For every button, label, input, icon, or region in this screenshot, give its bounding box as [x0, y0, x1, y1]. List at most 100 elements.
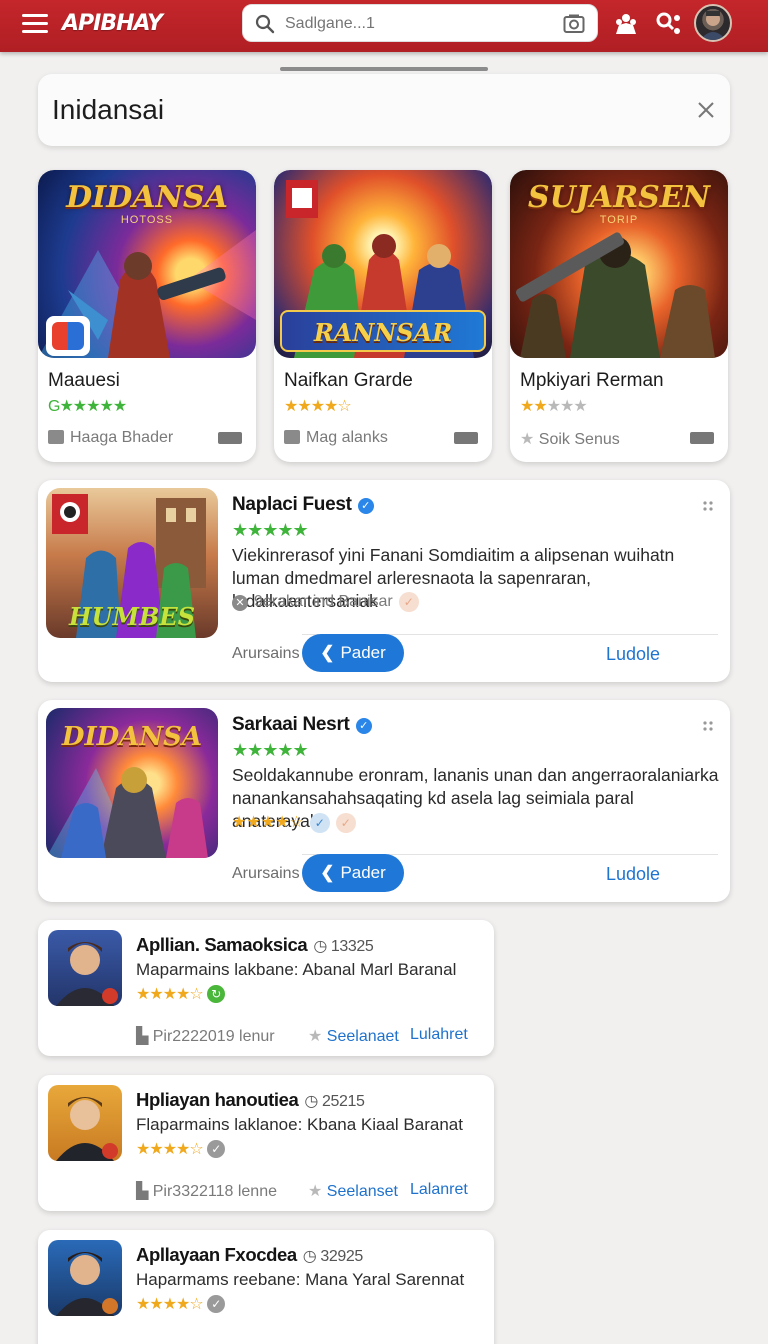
chevron-badge-icon: ✓ [335, 813, 356, 833]
lalanret-link[interactable]: Lalanret [410, 1181, 468, 1199]
art-banner: RANNSAR [280, 310, 486, 352]
star-icon: ★ [520, 431, 539, 448]
app-icon [48, 1085, 122, 1161]
app-rating: ★★★★★ [232, 520, 309, 540]
featured-app-card[interactable]: RANNSAR Naifkan Grarde ★★★★☆ Mag alanks [274, 170, 492, 462]
chevron-badge-icon: ✓ [398, 592, 419, 612]
collection-header: Inidansai [38, 74, 730, 146]
clock-icon: ◷ [304, 1093, 323, 1110]
verified-icon: ✓ [357, 498, 374, 514]
app-name: Mpkiyari Rerman [520, 370, 664, 391]
chevron-left-icon: ❮ [320, 863, 335, 882]
app-thumbnail: HUMBES [46, 488, 218, 638]
app-name: Hpliayan hanoutiea ◷ 25215 [136, 1089, 365, 1110]
game-badge-icon [46, 316, 90, 356]
app-name: Maauesi [48, 370, 120, 391]
lulahret-link[interactable]: Lulahret [410, 1026, 468, 1044]
developer-label: Mag alanks [284, 429, 388, 447]
app-logo[interactable]: APIBHAY [62, 11, 163, 36]
pader-button[interactable]: ❮ Pader [302, 854, 404, 892]
share-search-icon[interactable] [654, 10, 682, 38]
thumb-label: HUMBES [68, 602, 196, 631]
list-item[interactable]: Apllayaan Fxocdea ◷ 32925 Haparmams reeba… [38, 1230, 494, 1344]
list-footer: ▙ Pir2222019 lenur ★ Seelanaet Lulahret [136, 1026, 468, 1046]
community-icon[interactable] [612, 10, 640, 38]
app-rating: ★★★★☆ ✓ [136, 1139, 225, 1159]
verified-check-icon: ✓ [309, 813, 330, 833]
user-avatar[interactable] [694, 4, 732, 42]
clock-icon: ◷ [302, 1248, 321, 1265]
ludole-link[interactable]: Ludole [606, 644, 660, 665]
app-thumbnail: DIDANSA [46, 708, 218, 858]
ludole-link[interactable]: Ludole [606, 864, 660, 885]
category-label: Arursains [232, 645, 300, 662]
app-listing-card[interactable]: HUMBES Naplaci Fuest ✓ ★★★★★ Viekinreraso… [38, 480, 730, 682]
app-listing-card[interactable]: DIDANSA Sarkaai Nesrt ✓ ★★★★★ Seoldakannu… [38, 700, 730, 902]
page-title: Inidansai [52, 94, 165, 125]
user-icon: ▙ [136, 1183, 153, 1200]
download-count: ◷ 25215 [304, 1093, 365, 1110]
app-rating: ★★★★☆ [284, 398, 352, 415]
more-options-icon[interactable] [690, 432, 714, 444]
app-rating: ★★★★★ [232, 740, 309, 760]
pader-button[interactable]: ❮ Pader [302, 634, 404, 672]
art-title: DIDANSA [66, 180, 228, 215]
seelanaet-link[interactable]: ★ Seelanaet [308, 1026, 399, 1046]
app-artwork: SUJARSEN TORIP [510, 170, 728, 358]
check-circle-icon: ✓ [206, 1295, 225, 1313]
download-count: ◷ 13325 [313, 938, 374, 955]
developer-label: ★ Soik Senus [520, 431, 620, 448]
download-count: ◷ 32925 [302, 1248, 364, 1265]
more-options-icon[interactable] [218, 432, 242, 444]
app-artwork: RANNSAR [274, 170, 492, 358]
camera-icon[interactable] [563, 14, 585, 34]
art-subtitle: TORIP [599, 214, 639, 226]
check-circle-icon: ✓ [206, 1140, 225, 1158]
app-name: Apllian. Samaoksica ◷ 13325 [136, 934, 374, 955]
app-meta: ★★★★☆ ✓ ✓ [232, 812, 356, 833]
list-item[interactable]: Apllian. Samaoksica ◷ 13325 Maparmains la… [38, 920, 494, 1056]
developer-icon [48, 430, 64, 444]
app-meta: ✕ 9erakar ind Banisar ✓ [232, 592, 419, 612]
featured-app-card[interactable]: SUJARSEN TORIP Mpkiyari Rerman ★★★★★ ★ S… [510, 170, 728, 462]
app-icon [48, 930, 122, 1006]
top-app-bar: APIBHAY [0, 0, 768, 52]
app-rating: ★★★★☆ ↻ [136, 984, 225, 1004]
art-title: SUJARSEN [527, 180, 711, 215]
developer-label: Haaga Bhader [48, 429, 173, 447]
menu-icon[interactable] [22, 14, 48, 34]
drag-dots-icon[interactable] [702, 500, 714, 512]
app-description: Haparmams reebane: Mana Yaral Sarennat [136, 1270, 465, 1289]
app-name: Naplaci Fuest ✓ [232, 494, 374, 516]
app-artwork: DIDANSA HOTOSS [38, 170, 256, 358]
app-description: Flaparmains laklanoe: Kbana Kiaal Barana… [136, 1115, 463, 1134]
close-icon[interactable] [696, 100, 716, 120]
app-rating: ★★★★☆ ✓ [136, 1294, 225, 1314]
verified-icon: ✓ [355, 718, 372, 734]
thumb-label: DIDANSA [61, 722, 203, 752]
list-item[interactable]: Hpliayan hanoutiea ◷ 25215 Flaparmains la… [38, 1075, 494, 1211]
app-description: Maparmains lakbane: Abanal Marl Baranal [136, 960, 457, 979]
close-circle-icon: ✕ [232, 595, 248, 611]
list-footer: ▙ Pir3322118 lenne ★ Seelanset Lalanret [136, 1181, 468, 1201]
drag-dots-icon[interactable] [702, 720, 714, 732]
search-input[interactable] [285, 13, 555, 35]
app-rating: ★★★★★ [520, 398, 588, 415]
search-icon [255, 14, 275, 34]
developer-icon [284, 430, 300, 444]
app-name: Naifkan Grarde [284, 370, 413, 391]
art-subtitle: HOTOSS [120, 214, 174, 226]
chevron-left-icon: ❮ [320, 643, 335, 662]
app-rating: G★★★★★ [48, 398, 127, 415]
category-label: Arursains [232, 865, 300, 882]
more-options-icon[interactable] [454, 432, 478, 444]
refresh-icon: ↻ [206, 985, 225, 1003]
user-icon: ▙ [136, 1028, 153, 1045]
app-name: Sarkaai Nesrt ✓ [232, 714, 372, 736]
app-name: Apllayaan Fxocdea ◷ 32925 [136, 1244, 364, 1265]
seelanset-link[interactable]: ★ Seelanset [308, 1181, 398, 1201]
search-bar[interactable] [242, 4, 598, 42]
featured-app-card[interactable]: DIDANSA HOTOSS Maauesi G★★★★★ Haaga Bhad… [38, 170, 256, 462]
clock-icon: ◷ [313, 938, 331, 955]
drag-handle[interactable] [280, 67, 488, 71]
